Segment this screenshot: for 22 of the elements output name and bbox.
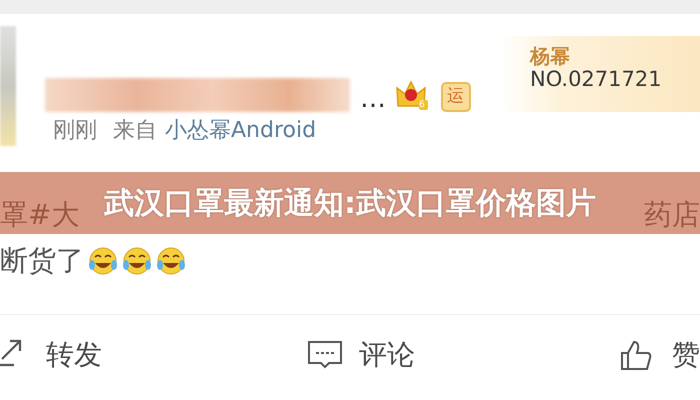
laughing-crying-emoji-icon xyxy=(88,246,118,276)
comment-icon xyxy=(307,338,343,370)
post-time: 刚刚 xyxy=(53,120,97,142)
comment-button[interactable]: 评论 xyxy=(307,334,415,376)
fortune-badge: 运 xyxy=(440,82,471,112)
name-ellipsis: … xyxy=(360,86,386,112)
source-link[interactable]: 小怂幂Android xyxy=(165,120,316,142)
like-button[interactable]: 赞 xyxy=(620,334,700,376)
author-name[interactable] xyxy=(45,78,350,112)
level-number: 6 xyxy=(419,101,425,110)
source-label: 来自 xyxy=(113,120,157,142)
fan-badge-name: 杨幂 xyxy=(530,46,571,66)
avatar[interactable] xyxy=(0,26,16,146)
post-text: 罩#大 xyxy=(0,201,80,229)
post-text: 断货了 xyxy=(0,247,84,275)
share-button[interactable]: 转发 xyxy=(0,334,102,376)
fan-badge-number: NO.0271721 xyxy=(530,66,663,93)
laughing-crying-emoji-icon xyxy=(156,246,186,276)
crown-icon xyxy=(394,78,430,112)
post-text: 药店 xyxy=(644,201,700,229)
laughing-crying-emoji-icon xyxy=(122,246,152,276)
banner-title: 武汉口罩最新通知:武汉口罩价格图片 xyxy=(104,184,596,222)
